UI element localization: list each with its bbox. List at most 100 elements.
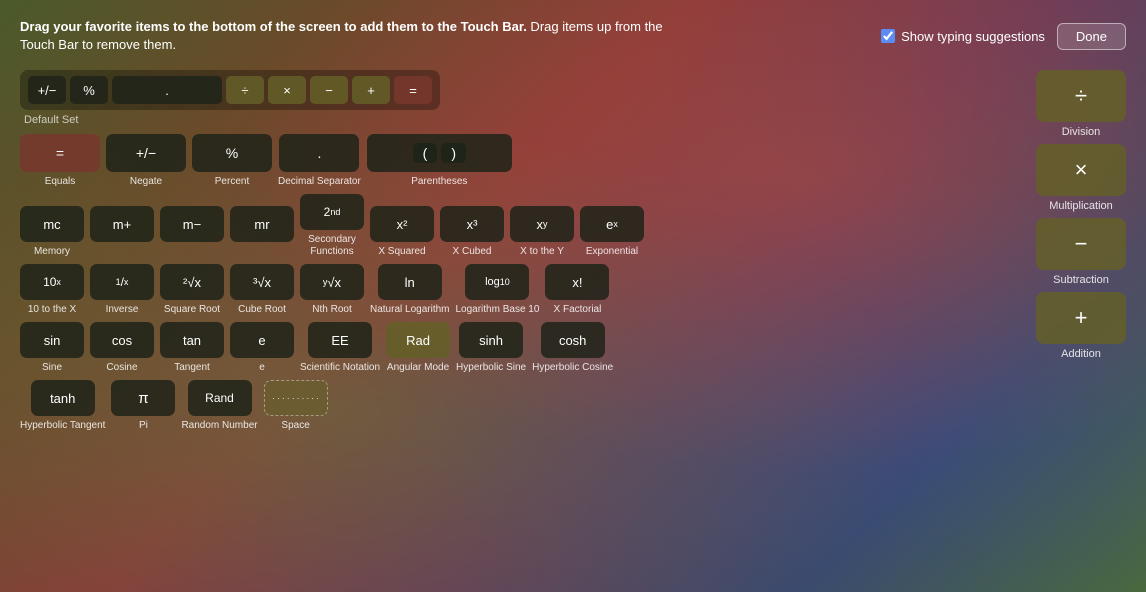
parens-label: Parentheses: [411, 176, 467, 188]
mr-label: [261, 246, 264, 258]
ds-decimal-btn[interactable]: .: [112, 76, 222, 104]
addition-label: Addition: [1061, 348, 1101, 360]
xsq-btn[interactable]: x²: [370, 206, 434, 242]
cos-btn[interactable]: cos: [90, 322, 154, 358]
multiplication-btn[interactable]: ×: [1036, 144, 1126, 196]
ex-btn[interactable]: ex: [580, 206, 644, 242]
parens-btn[interactable]: ( ): [367, 134, 512, 172]
mr-btn[interactable]: mr: [230, 206, 294, 242]
sqrt-cell: ²√x Square Root: [160, 264, 224, 316]
show-typing-label[interactable]: Show typing suggestions: [881, 29, 1045, 44]
ds-negate-btn[interactable]: +/−: [28, 76, 66, 104]
equals-cell: = Equals: [20, 134, 100, 188]
pi-btn[interactable]: π: [111, 380, 175, 416]
negate-label: Negate: [130, 176, 162, 188]
ds-divide-btn[interactable]: ÷: [226, 76, 264, 104]
mminus-label: [191, 246, 194, 258]
negate-btn[interactable]: +/−: [106, 134, 186, 172]
percent-cell: % Percent: [192, 134, 272, 188]
sin-btn[interactable]: sin: [20, 322, 84, 358]
row-3: 10x 10 to the X 1/x Inverse ²√x Square R…: [20, 264, 1022, 316]
ds-multiply-btn[interactable]: ×: [268, 76, 306, 104]
addition-cell: + Addition: [1036, 292, 1126, 360]
decimal-btn[interactable]: .: [279, 134, 359, 172]
negate-cell: +/− Negate: [106, 134, 186, 188]
mc-btn[interactable]: mc: [20, 206, 84, 242]
nthrt-btn[interactable]: y√x: [300, 264, 364, 300]
cos-label: Cosine: [106, 362, 137, 374]
rad-btn[interactable]: Rad: [386, 322, 450, 358]
ln-btn[interactable]: ln: [378, 264, 442, 300]
xfact-btn[interactable]: x!: [545, 264, 609, 300]
sinh-btn[interactable]: sinh: [459, 322, 523, 358]
xfact-label: X Factorial: [554, 304, 602, 316]
mplus-cell: m+: [90, 206, 154, 258]
mminus-cell: m−: [160, 206, 224, 258]
parens-cell: ( ) Parentheses: [367, 134, 512, 188]
row-1: = Equals +/− Negate % Percent . Decimal …: [20, 134, 1022, 188]
log10-cell: log10 Logarithm Base 10: [455, 264, 539, 316]
equals-label: Equals: [45, 176, 76, 188]
division-cell: ÷ Division: [1036, 70, 1126, 138]
top-right-controls: Show typing suggestions Done: [881, 23, 1126, 50]
rad-cell: Rad Angular Mode: [386, 322, 450, 374]
mplus-btn[interactable]: m+: [90, 206, 154, 242]
space-cell: · · · · · · · · · · Space: [264, 380, 328, 432]
subtraction-label: Subtraction: [1053, 274, 1109, 286]
nthrt-label: Nth Root: [312, 304, 351, 316]
tan-btn[interactable]: tan: [160, 322, 224, 358]
percent-label: Percent: [215, 176, 249, 188]
decimal-cell: . Decimal Separator: [278, 134, 361, 188]
nthrt-cell: y√x Nth Root: [300, 264, 364, 316]
ds-add-btn[interactable]: +: [352, 76, 390, 104]
show-typing-text: Show typing suggestions: [901, 29, 1045, 44]
sinh-cell: sinh Hyperbolic Sine: [456, 322, 526, 374]
done-button[interactable]: Done: [1057, 23, 1126, 50]
tanh-label: Hyperbolic Tangent: [20, 420, 105, 432]
ds-equals-btn[interactable]: =: [394, 76, 432, 104]
decimal-label: Decimal Separator: [278, 176, 361, 188]
xcubed-btn[interactable]: x³: [440, 206, 504, 242]
e-btn[interactable]: e: [230, 322, 294, 358]
top-bar: Drag your favorite items to the bottom o…: [20, 18, 1126, 54]
mc-cell: mc Memory: [20, 206, 84, 258]
memory-label: Memory: [34, 246, 70, 258]
rand-cell: Rand Random Number: [181, 380, 257, 432]
log10-label: Logarithm Base 10: [455, 304, 539, 316]
secondary-label: SecondaryFunctions: [308, 234, 356, 258]
sqrt-btn[interactable]: ²√x: [160, 264, 224, 300]
cos-cell: cos Cosine: [90, 322, 154, 374]
mplus-label: [121, 246, 124, 258]
ds-percent-btn[interactable]: %: [70, 76, 108, 104]
xfact-cell: x! X Factorial: [545, 264, 609, 316]
log10-btn[interactable]: log10: [465, 264, 529, 300]
xy-cell: xy X to the Y: [510, 206, 574, 258]
default-set-section: +/− % . ÷ × − + = Default Set: [20, 70, 1022, 126]
secondary-btn[interactable]: 2nd: [300, 194, 364, 230]
ds-subtract-btn[interactable]: −: [310, 76, 348, 104]
percent-btn[interactable]: %: [192, 134, 272, 172]
division-label: Division: [1062, 126, 1101, 138]
sqrt-label: Square Root: [164, 304, 220, 316]
mminus-btn[interactable]: m−: [160, 206, 224, 242]
show-typing-checkbox[interactable]: [881, 29, 895, 43]
cbrt-btn[interactable]: ³√x: [230, 264, 294, 300]
10x-btn[interactable]: 10x: [20, 264, 84, 300]
xy-btn[interactable]: xy: [510, 206, 574, 242]
inverse-btn[interactable]: 1/x: [90, 264, 154, 300]
space-btn[interactable]: · · · · · · · · · ·: [264, 380, 328, 416]
row-2: mc Memory m+ m− mr 2nd Secondary: [20, 194, 1022, 258]
xcubed-label: X Cubed: [453, 246, 492, 258]
addition-btn[interactable]: +: [1036, 292, 1126, 344]
cosh-btn[interactable]: cosh: [541, 322, 605, 358]
ee-btn[interactable]: EE: [308, 322, 372, 358]
tanh-btn[interactable]: tanh: [31, 380, 95, 416]
pi-label: Pi: [139, 420, 148, 432]
division-btn[interactable]: ÷: [1036, 70, 1126, 122]
subtraction-btn[interactable]: −: [1036, 218, 1126, 270]
xsq-cell: x² X Squared: [370, 206, 434, 258]
ex-cell: ex Exponential: [580, 206, 644, 258]
equals-btn[interactable]: =: [20, 134, 100, 172]
rand-btn[interactable]: Rand: [188, 380, 252, 416]
cosh-label: Hyperbolic Cosine: [532, 362, 613, 374]
